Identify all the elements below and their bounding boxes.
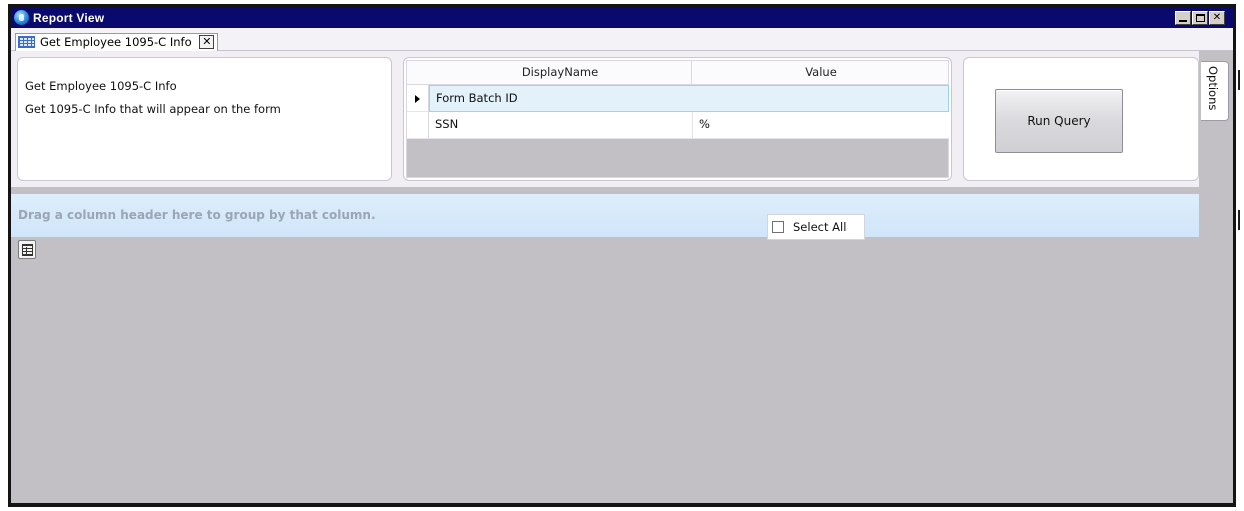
param-value-cell[interactable] xyxy=(693,85,949,112)
grid-row[interactable]: SSN % xyxy=(407,112,949,139)
maximize-icon xyxy=(1196,14,1205,22)
current-row-arrow-icon xyxy=(415,95,420,103)
window-title: Report View xyxy=(33,11,105,25)
report-title: Get Employee 1095-C Info xyxy=(25,79,177,93)
grid-row[interactable]: Form Batch ID xyxy=(407,85,949,112)
document-tab-strip: Get Employee 1095-C Info ✕ xyxy=(11,28,1233,51)
tab-label: Get Employee 1095-C Info xyxy=(40,35,192,49)
query-panel: Get Employee 1095-C Info Get 1095-C Info… xyxy=(11,51,1199,187)
parameters-card: DisplayName Value Form Batch ID SSN % xyxy=(403,57,952,181)
checkbox-icon[interactable] xyxy=(772,221,784,233)
group-by-hint: Drag a column header here to group by th… xyxy=(18,208,376,222)
maximize-button[interactable] xyxy=(1192,11,1208,25)
grid-icon xyxy=(18,36,35,48)
minimize-icon xyxy=(1179,20,1187,22)
options-tab[interactable]: Options xyxy=(1201,61,1229,121)
minimize-button[interactable] xyxy=(1175,11,1191,25)
select-all-label: Select All xyxy=(793,220,847,234)
report-body: Get Employee 1095-C Info Get 1095-C Info… xyxy=(11,51,1199,503)
param-name-cell: Form Batch ID xyxy=(429,85,693,112)
group-by-panel[interactable]: Drag a column header here to group by th… xyxy=(11,194,1199,240)
tab-close-button[interactable]: ✕ xyxy=(199,35,215,49)
row-selector[interactable] xyxy=(407,85,429,112)
column-chooser-icon[interactable] xyxy=(18,240,36,259)
row-selector[interactable] xyxy=(407,112,429,139)
column-header-displayname[interactable]: DisplayName xyxy=(429,61,692,84)
title-bar[interactable]: Report View ✕ xyxy=(11,8,1233,28)
tab-get-employee-1095c-info[interactable]: Get Employee 1095-C Info ✕ xyxy=(15,33,219,51)
options-side-rail: Options xyxy=(1199,51,1233,503)
report-description: Get 1095-C Info that will appear on the … xyxy=(25,102,281,116)
background-window-edge xyxy=(1236,0,1244,511)
background-edge-mark xyxy=(1238,70,1240,90)
param-name-cell: SSN xyxy=(429,112,693,139)
param-value-cell[interactable]: % xyxy=(693,112,949,139)
close-window-button[interactable]: ✕ xyxy=(1209,11,1225,25)
run-query-button[interactable]: Run Query xyxy=(995,89,1123,153)
column-header-value[interactable]: Value xyxy=(693,61,949,84)
select-all-checkbox[interactable]: Select All xyxy=(767,214,865,240)
run-query-card: Run Query xyxy=(963,57,1199,181)
parameters-grid: DisplayName Value Form Batch ID SSN % xyxy=(406,60,949,178)
app-globe-icon xyxy=(14,10,29,25)
grid-header: DisplayName Value xyxy=(407,61,948,85)
report-description-card: Get Employee 1095-C Info Get 1095-C Info… xyxy=(17,57,392,181)
background-edge-mark xyxy=(1238,210,1240,230)
options-tab-label: Options xyxy=(1206,66,1220,111)
screen: { "window": { "title": "Report View", "c… xyxy=(0,0,1244,511)
report-view-window: Report View ✕ Get Employee 1095-C Info ✕… xyxy=(8,4,1236,507)
